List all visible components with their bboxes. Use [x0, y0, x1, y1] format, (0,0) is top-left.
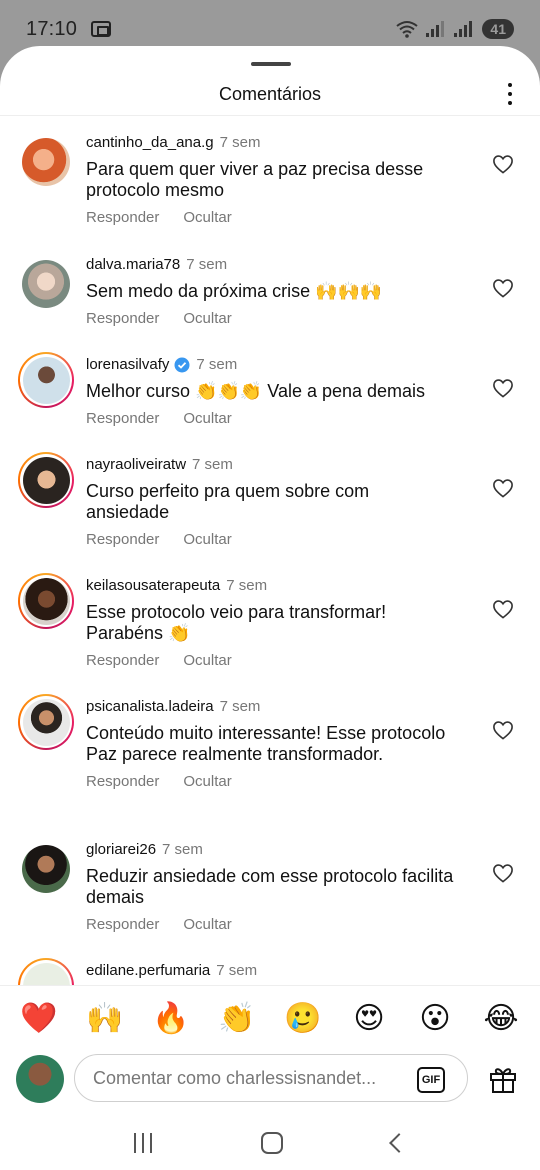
reply-button[interactable]: Responder — [86, 773, 159, 790]
comment-text: Reduzir ansiedade com esse protocolo fac… — [86, 866, 454, 907]
comment-body: dalva.maria78 7 sem Sem medo da próxima c… — [86, 256, 456, 327]
like-heart-icon[interactable] — [492, 599, 514, 619]
screen-cast-icon — [91, 21, 112, 37]
comments-list[interactable]: cantinho_da_ana.g 7 sem Para quem quer vi… — [0, 130, 540, 985]
story-ring[interactable] — [18, 958, 74, 985]
home-nav-icon[interactable] — [260, 1132, 283, 1154]
verified-badge-icon — [174, 357, 190, 373]
comment-time: 7 sem — [192, 456, 233, 473]
reply-button[interactable]: Responder — [86, 310, 159, 327]
avatar[interactable] — [22, 260, 70, 308]
comment-username[interactable]: edilane.perfumaria — [86, 962, 210, 980]
status-time: 17:10 — [26, 17, 78, 40]
hide-button[interactable]: Ocultar — [183, 410, 231, 427]
avatar — [22, 962, 70, 985]
comment-username[interactable]: keilasousaterapeuta — [86, 577, 220, 595]
reply-button[interactable]: Responder — [86, 652, 159, 669]
reaction-emoji[interactable]: 😍 — [344, 1001, 394, 1036]
hide-button[interactable]: Ocultar — [183, 531, 231, 548]
comment-username[interactable]: nayraoliveiratw — [86, 456, 186, 474]
wifi-icon — [396, 21, 419, 38]
avatar[interactable] — [22, 845, 70, 893]
comment-text: Melhor curso 👏👏👏 Vale a pena demais — [86, 381, 426, 401]
reply-button[interactable]: Responder — [86, 410, 159, 427]
hide-button[interactable]: Ocultar — [183, 916, 231, 933]
avatar — [22, 356, 70, 404]
signal-icon — [426, 21, 446, 37]
comments-sheet: Comentários cantinho_da_ana.g 7 sem Para … — [0, 46, 540, 1170]
current-user-avatar — [16, 1055, 64, 1103]
comment-time: 7 sem — [186, 256, 228, 273]
avatar — [22, 577, 70, 625]
hide-button[interactable]: Ocultar — [183, 209, 231, 226]
comment-body: nayraoliveiratw 7 sem Curso perfeito pra … — [86, 456, 456, 548]
comment-composer: GIF — [0, 1051, 540, 1107]
reply-button[interactable]: Responder — [86, 531, 159, 548]
sheet-title: Comentários — [218, 84, 322, 104]
like-heart-icon[interactable] — [492, 720, 514, 740]
comment-username[interactable]: gloriarei26 — [86, 841, 156, 859]
story-ring[interactable] — [18, 694, 74, 750]
drag-handle[interactable] — [251, 62, 291, 66]
comment-input[interactable] — [74, 1054, 468, 1102]
comment-username[interactable]: dalva.maria78 — [86, 256, 180, 274]
avatar[interactable] — [22, 138, 70, 186]
signal-icon-2 — [454, 21, 474, 37]
comment-text: Para quem quer viver a paz precisa desse… — [86, 159, 424, 200]
comment-body: lorenasilvafy 7 sem Melhor curso 👏👏👏 Val… — [86, 356, 456, 427]
comment-body: keilasousaterapeuta 7 sem Esse protocolo … — [86, 577, 456, 669]
reaction-emoji[interactable]: ❤️ — [14, 1001, 64, 1036]
reaction-emoji[interactable]: 😂 — [476, 1001, 526, 1036]
story-ring[interactable] — [18, 573, 74, 629]
comment-time: 7 sem — [219, 134, 261, 151]
system-nav-bar — [0, 1116, 540, 1170]
comment-text: Sem medo da próxima crise 🙌🙌🙌 — [86, 281, 383, 301]
like-heart-icon[interactable] — [492, 478, 514, 498]
comment-time: 7 sem — [216, 962, 258, 979]
hide-button[interactable]: Ocultar — [183, 652, 231, 669]
comment-time: 7 sem — [196, 356, 238, 373]
story-ring[interactable] — [18, 352, 74, 408]
battery-indicator: 41 — [482, 19, 514, 39]
like-heart-icon[interactable] — [492, 863, 514, 883]
comment-text: Conteúdo muito interessante! Esse protoc… — [86, 723, 446, 764]
recents-nav-icon[interactable] — [134, 1133, 153, 1153]
like-heart-icon[interactable] — [492, 154, 514, 174]
comment-username[interactable]: cantinho_da_ana.g — [86, 134, 214, 152]
back-nav-icon[interactable] — [388, 1133, 409, 1153]
comment-body: gloriarei26 7 sem Reduzir ansiedade com e… — [86, 841, 456, 933]
like-heart-icon[interactable] — [492, 378, 514, 398]
quick-reactions-bar: ❤️ 🙌 🔥 👏 🥲 😍 😮 😂 — [0, 985, 540, 1051]
comment-username[interactable]: psicanalista.ladeira — [86, 698, 214, 716]
reply-button[interactable]: Responder — [86, 209, 159, 226]
reaction-emoji[interactable]: 👏 — [212, 1001, 262, 1036]
reply-button[interactable]: Responder — [86, 916, 159, 933]
status-indicators: 41 — [396, 19, 514, 39]
gift-icon[interactable] — [488, 1064, 518, 1094]
comment-text: Curso perfeito pra quem sobre com ansied… — [86, 481, 370, 522]
reaction-emoji[interactable]: 🙌 — [80, 1001, 130, 1036]
gif-button[interactable]: GIF — [417, 1067, 445, 1093]
reaction-emoji[interactable]: 😮 — [410, 1001, 460, 1036]
like-heart-icon[interactable] — [492, 278, 514, 298]
comment-body: edilane.perfumaria 7 sem — [86, 962, 456, 980]
more-options-icon[interactable] — [502, 80, 518, 108]
hide-button[interactable]: Ocultar — [183, 773, 231, 790]
sheet-header: Comentários — [0, 74, 540, 116]
comment-time: 7 sem — [226, 577, 268, 594]
avatar — [22, 698, 70, 746]
reaction-emoji[interactable]: 🔥 — [146, 1001, 196, 1036]
story-ring[interactable] — [18, 452, 74, 508]
comment-time: 7 sem — [162, 841, 203, 858]
reaction-emoji[interactable]: 🥲 — [278, 1001, 328, 1036]
comment-text: Esse protocolo veio para transformar! Pa… — [86, 602, 387, 643]
hide-button[interactable]: Ocultar — [183, 310, 231, 327]
comment-body: cantinho_da_ana.g 7 sem Para quem quer vi… — [86, 134, 456, 226]
comment-body: psicanalista.ladeira 7 sem Conteúdo muito… — [86, 698, 456, 790]
comment-username[interactable]: lorenasilvafy — [86, 356, 169, 374]
comment-time: 7 sem — [219, 698, 261, 715]
avatar — [22, 456, 70, 504]
